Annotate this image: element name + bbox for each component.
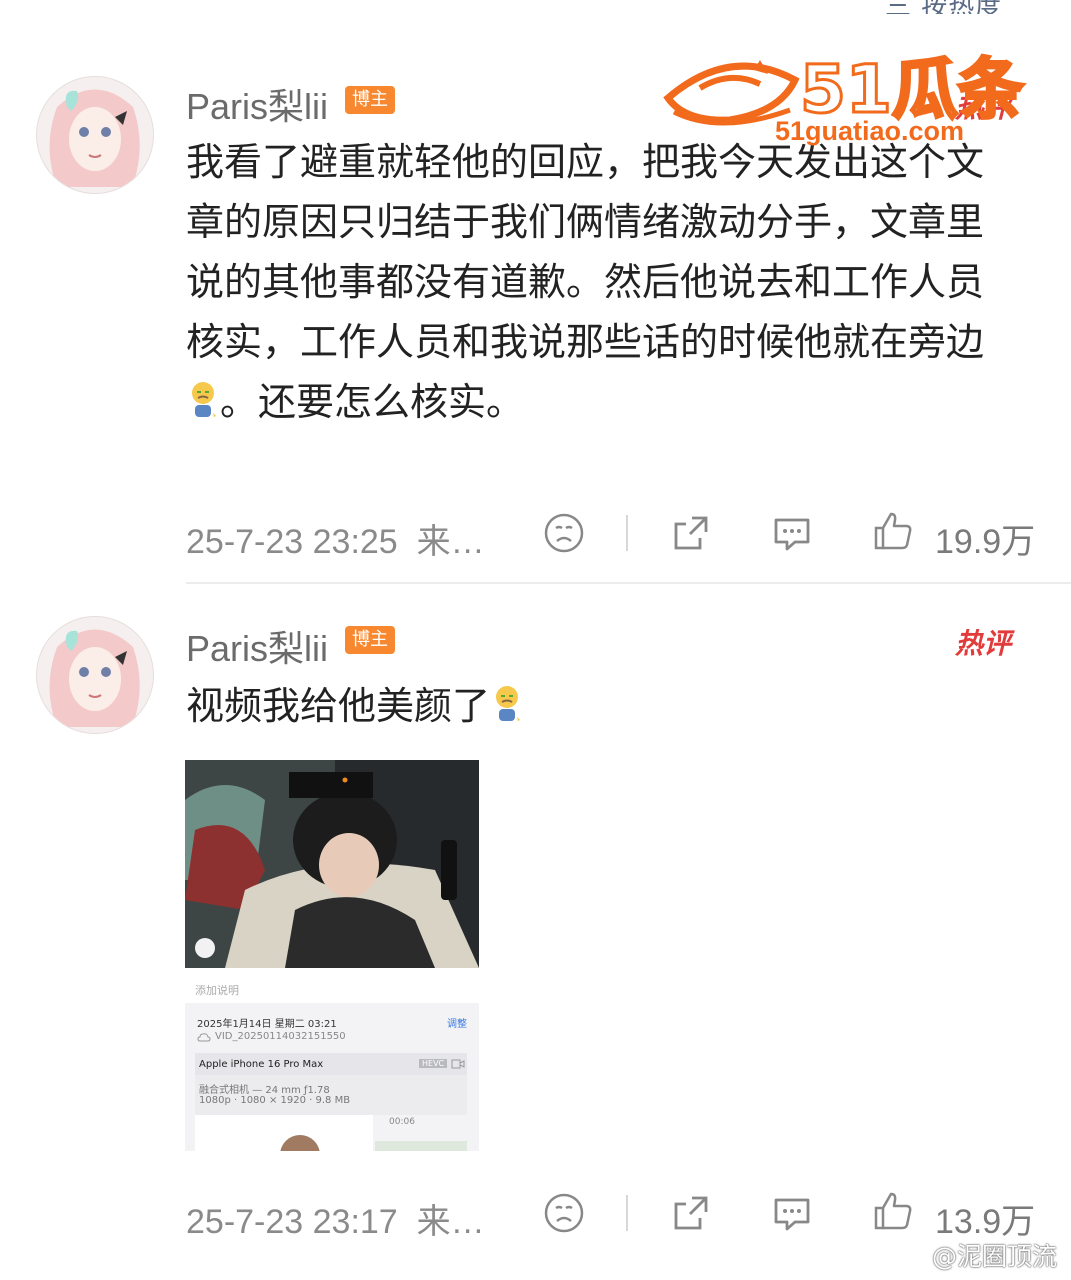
avatar[interactable] xyxy=(36,616,154,734)
username[interactable]: Paris梨lii xyxy=(186,78,328,130)
card-lens: 融合式相机 — 24 mm ƒ1.78 xyxy=(199,1085,330,1096)
attached-photo[interactable] xyxy=(185,760,479,968)
comment-source: 来… xyxy=(416,523,485,561)
card-device: Apple iPhone 16 Pro Max xyxy=(199,1059,324,1070)
username[interactable]: Paris梨lii xyxy=(186,620,328,672)
like-thumb-icon[interactable] xyxy=(872,1190,914,1232)
watermark-url: 51guatiao.com xyxy=(775,116,965,146)
comment-timestamp: 25-7-23 23:17 来… xyxy=(186,1203,485,1241)
comment-icon[interactable] xyxy=(771,512,813,554)
comment-timestamp: 25-7-23 23:25 来… xyxy=(186,523,485,561)
map-strip xyxy=(375,1141,467,1151)
bottom-credit-watermark: @泥圈顶流 xyxy=(900,1237,1057,1273)
comment-divider xyxy=(186,582,1071,584)
hot-comment-tag: 热评 xyxy=(955,627,1012,660)
avatar-illustration xyxy=(49,629,140,727)
dislike-face-icon[interactable] xyxy=(543,1192,585,1234)
dislike-face-icon[interactable] xyxy=(543,512,585,554)
avatar-illustration xyxy=(49,89,140,187)
action-divider xyxy=(626,1195,628,1231)
caption-placeholder: 添加说明 xyxy=(195,984,239,997)
share-icon[interactable] xyxy=(670,1192,712,1234)
cloud-icon xyxy=(197,1033,211,1042)
video-camera-icon xyxy=(451,1059,465,1069)
card-filename: VID_20250114032151550 xyxy=(215,1031,346,1042)
weibo-logo-icon xyxy=(900,1249,924,1269)
action-divider xyxy=(626,515,628,551)
sad-doge-emoji-icon xyxy=(192,382,216,417)
blogger-badge: 博主 xyxy=(345,86,395,114)
share-icon[interactable] xyxy=(670,512,712,554)
comment-icon[interactable] xyxy=(771,1192,813,1234)
like-count: 13.9万 xyxy=(935,1203,1036,1241)
like-thumb-icon[interactable] xyxy=(872,510,914,552)
card-specs: 1080p · 1080 × 1920 · 9.8 MB xyxy=(199,1095,351,1106)
comment-source: 来… xyxy=(416,1203,485,1241)
card-adjust-link[interactable]: 调整 xyxy=(447,1015,467,1030)
like-count: 19.9万 xyxy=(935,523,1036,561)
comment-text: 视频我给他美颜了 xyxy=(186,676,1001,736)
sort-by-heat[interactable]: 三 按热度 xyxy=(885,0,1071,14)
card-duration: 00:06 xyxy=(389,1117,415,1127)
sad-doge-emoji-icon xyxy=(496,686,521,721)
comment-text: 我看了避重就轻他的回应，把我今天发出这个文章的原因只归结于我们俩情绪激动分手，文… xyxy=(186,140,985,424)
photo-content xyxy=(185,760,479,968)
attached-screenshot[interactable]: 2025年1月14日 星期二 03:21 调整 VID_202501140321… xyxy=(185,1003,479,1151)
blogger-badge: 博主 xyxy=(345,626,395,654)
card-date: 2025年1月14日 星期二 03:21 xyxy=(197,1019,337,1030)
avatar[interactable] xyxy=(36,76,154,194)
card-format-badge: HEVC xyxy=(419,1059,448,1068)
